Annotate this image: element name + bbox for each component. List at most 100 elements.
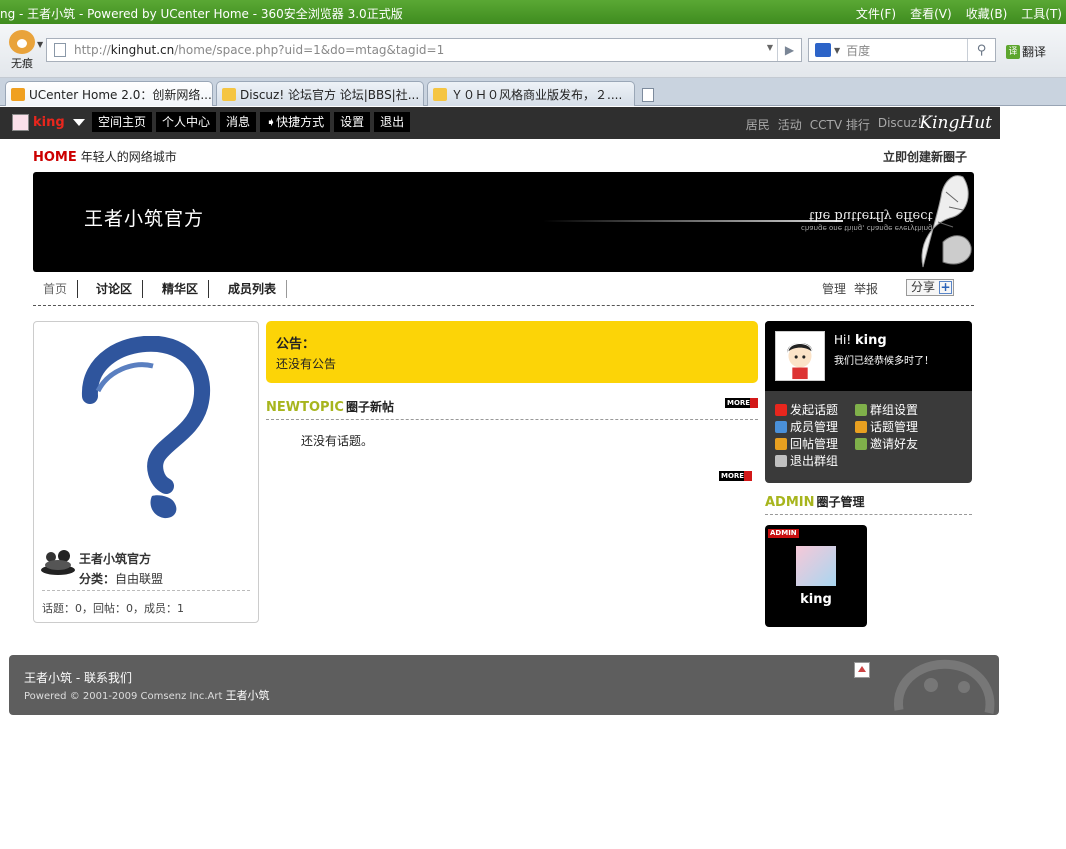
incognito-button[interactable]: 无痕 ▼ xyxy=(4,30,43,71)
group-card-name[interactable]: 王者小筑官方 xyxy=(79,550,151,567)
username[interactable]: king xyxy=(33,115,65,130)
tab-label: Ｙ０Ｈ０风格商业版发布，２.... xyxy=(451,87,623,102)
create-group-link[interactable]: 立即创建新圈子 xyxy=(883,148,967,165)
user-panel-header: Hi! king 我们已经恭候多时了！ xyxy=(765,321,972,391)
search-engine-icon[interactable] xyxy=(815,43,831,57)
nav-settings[interactable]: 设置 xyxy=(334,112,371,132)
address-url[interactable]: http://kinghut.cn/home/space.php?uid=1&d… xyxy=(74,43,444,57)
settings-icon xyxy=(855,403,867,416)
more-button[interactable]: MORE xyxy=(719,471,752,481)
back-to-top-icon[interactable] xyxy=(854,662,870,678)
action-reply-management[interactable]: 回帖管理 xyxy=(775,435,838,452)
translate-button[interactable]: 译 翻译 xyxy=(1006,43,1046,60)
heart-icon xyxy=(775,403,787,416)
user-panel: Hi! king 我们已经恭候多时了！ 发起话题 群组设置 成员管理 话题管理 … xyxy=(765,321,972,483)
group-tabs: 首页 讨论区 精华区 成员列表 管理 举报 分享 + xyxy=(33,278,974,306)
group-banner: 王者小筑官方 the butterfly effect change one t… xyxy=(33,172,974,272)
paw-icon xyxy=(9,30,35,54)
more-button[interactable]: MORE xyxy=(725,398,758,408)
home-slogan: 年轻人的网络城市 xyxy=(80,150,177,164)
admin-title-cn: 圈子管理 xyxy=(816,495,865,509)
window-title: ng - 王者小筑 - Powered by UCenter Home - 36… xyxy=(0,7,403,21)
action-member-management[interactable]: 成员管理 xyxy=(775,418,838,435)
chevron-down-icon[interactable] xyxy=(72,119,85,126)
address-dropdown-icon[interactable]: ▼ xyxy=(767,43,773,52)
tab-discussion[interactable]: 讨论区 xyxy=(86,280,144,298)
nav-user-center[interactable]: 个人中心 xyxy=(156,112,217,132)
announcement-body: 还没有公告 xyxy=(276,357,337,371)
incognito-label: 无痕 xyxy=(11,57,33,70)
group-members-icon xyxy=(41,550,75,575)
exit-icon xyxy=(775,454,787,467)
address-bar[interactable]: http://kinghut.cn/home/space.php?uid=1&d… xyxy=(46,38,802,62)
link-discuz[interactable]: Discuz! xyxy=(878,116,922,133)
action-leave-group[interactable]: 退出群组 xyxy=(775,452,838,469)
action-topic-management[interactable]: 话题管理 xyxy=(855,418,918,435)
admin-title-en: ADMIN xyxy=(765,495,815,510)
chevron-down-icon[interactable]: ▼ xyxy=(37,40,43,49)
footer-links[interactable]: 王者小筑 - 联系我们 xyxy=(24,669,132,686)
site-logo[interactable]: KingHut xyxy=(919,113,992,133)
tab-ucenter[interactable]: UCenter Home 2.0：创新网络... xyxy=(5,81,213,106)
search-icon[interactable]: ⚲ xyxy=(967,39,995,61)
group-stats: 话题：0，回帖：0，成员：1 xyxy=(42,602,184,615)
group-info-card: 王者小筑官方 分类：自由联盟 话题：0，回帖：0，成员：1 xyxy=(33,321,259,623)
discuz-icon xyxy=(433,87,447,101)
action-label: 退出群组 xyxy=(790,454,839,468)
footer-site-name[interactable]: 王者小筑 xyxy=(226,689,270,702)
divider xyxy=(42,590,250,591)
nav-logout[interactable]: 退出 xyxy=(374,112,411,132)
new-topics-title-en: NEWTOPIC xyxy=(266,400,344,415)
nav-shortcuts[interactable]: ➧快捷方式 xyxy=(260,112,331,132)
search-box[interactable]: ▼ 百度 ⚲ xyxy=(808,38,996,62)
share-button[interactable]: 分享 + xyxy=(905,279,954,296)
nav-messages[interactable]: 消息 xyxy=(220,112,257,132)
engine-dropdown-icon[interactable]: ▼ xyxy=(834,46,840,55)
action-start-topic[interactable]: 发起话题 xyxy=(775,401,838,418)
tab-discuz[interactable]: Discuz! 论坛官方 论坛|BBS|社... xyxy=(216,81,424,106)
user-menu[interactable]: king xyxy=(12,114,85,131)
greeting-name[interactable]: king xyxy=(855,333,887,348)
new-tab-icon[interactable] xyxy=(642,88,654,102)
discuz-icon xyxy=(222,87,236,101)
tab-yoho[interactable]: Ｙ０Ｈ０风格商业版发布，２.... xyxy=(427,81,635,106)
topic-icon xyxy=(855,420,867,433)
tab-group-home[interactable]: 首页 xyxy=(33,280,79,298)
group-admin-links: 管理 举报 xyxy=(822,280,878,297)
action-label: 群组设置 xyxy=(870,403,919,417)
link-cctv-ranking[interactable]: CCTV 排行 xyxy=(810,116,870,133)
greeting: Hi! king xyxy=(834,333,887,348)
menu-view[interactable]: 查看(V) xyxy=(910,5,952,22)
top-navigation: 空间主页 个人中心 消息 ➧快捷方式 设置 退出 xyxy=(92,112,411,132)
menu-tools[interactable]: 工具(T) xyxy=(1021,5,1062,22)
tab-label: UCenter Home 2.0：创新网络... xyxy=(29,87,212,102)
home-label[interactable]: HOME xyxy=(33,150,77,165)
url-host: kinghut.cn xyxy=(110,43,175,57)
admin-name[interactable]: king xyxy=(765,592,867,607)
manage-link[interactable]: 管理 xyxy=(822,280,846,297)
menu-file[interactable]: 文件(F) xyxy=(856,5,896,22)
nav-space-home[interactable]: 空间主页 xyxy=(92,112,153,132)
butterfly-icon xyxy=(921,175,972,268)
search-input[interactable]: 百度 xyxy=(846,42,870,59)
site-footer: 王者小筑 - 联系我们 Powered © 2001-2009 Comsenz … xyxy=(9,655,999,715)
tab-members[interactable]: 成员列表 xyxy=(218,280,288,298)
admin-avatar[interactable] xyxy=(796,546,836,586)
go-button[interactable]: ▶ xyxy=(777,39,801,61)
tab-featured[interactable]: 精华区 xyxy=(152,280,210,298)
action-label: 邀请好友 xyxy=(870,437,919,451)
plus-icon: + xyxy=(939,280,952,294)
tab-strip: UCenter Home 2.0：创新网络... Discuz! 论坛官方 论坛… xyxy=(0,78,1066,106)
action-invite-friends[interactable]: 邀请好友 xyxy=(855,435,918,452)
user-avatar[interactable] xyxy=(775,331,825,381)
admin-card[interactable]: ADMIN king xyxy=(765,525,867,627)
menu-favorites[interactable]: 收藏(B) xyxy=(966,5,1008,22)
link-events[interactable]: 活动 xyxy=(778,116,802,133)
action-group-settings[interactable]: 群组设置 xyxy=(855,401,918,418)
report-link[interactable]: 举报 xyxy=(854,280,878,297)
category-value[interactable]: 自由联盟 xyxy=(115,572,163,586)
announcement-title: 公告： xyxy=(276,337,316,352)
footer-decoration-icon xyxy=(894,659,995,714)
window-titlebar: ng - 王者小筑 - Powered by UCenter Home - 36… xyxy=(0,0,1066,24)
link-residents[interactable]: 居民 xyxy=(746,116,770,133)
